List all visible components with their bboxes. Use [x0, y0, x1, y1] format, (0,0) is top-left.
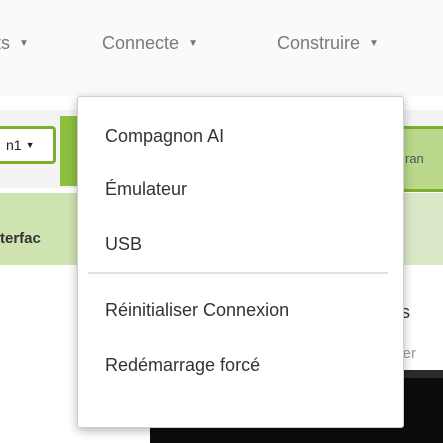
top-menubar: ts ▼ Connecte ▼ Construire ▼: [0, 0, 443, 96]
palette-header-label: terfac: [0, 230, 41, 247]
menu-connect[interactable]: Connecte ▼: [102, 33, 198, 54]
screen-select[interactable]: n1 ▼: [0, 126, 56, 164]
chevron-down-icon: ▼: [25, 140, 35, 150]
chevron-down-icon: ▼: [369, 38, 379, 49]
connect-dropdown-menu: Compagnon AI Émulateur USB Réinitialiser…: [77, 96, 404, 428]
palette-header: [0, 193, 80, 265]
chevron-down-icon: ▼: [188, 38, 198, 49]
chevron-down-icon: ▼: [19, 38, 29, 49]
menu-item-emulator[interactable]: Émulateur: [105, 179, 187, 200]
menu-item-hard-reset[interactable]: Redémarrage forcé: [105, 355, 260, 376]
menu-item-ai-companion[interactable]: Compagnon AI: [105, 126, 224, 147]
menu-item-reset-connection[interactable]: Réinitialiser Connexion: [105, 300, 289, 321]
menu-projects[interactable]: ts ▼: [0, 33, 29, 54]
menu-build-label: Construire: [277, 33, 361, 53]
menu-item-usb[interactable]: USB: [105, 234, 142, 255]
menu-build[interactable]: Construire ▼: [277, 33, 379, 54]
menu-projects-label: ts: [0, 33, 11, 53]
screen-select-value: n1: [6, 137, 22, 153]
designer-toggle-label: ran: [405, 151, 424, 166]
menu-connect-label: Connecte: [102, 33, 180, 53]
menu-divider: [88, 272, 388, 274]
